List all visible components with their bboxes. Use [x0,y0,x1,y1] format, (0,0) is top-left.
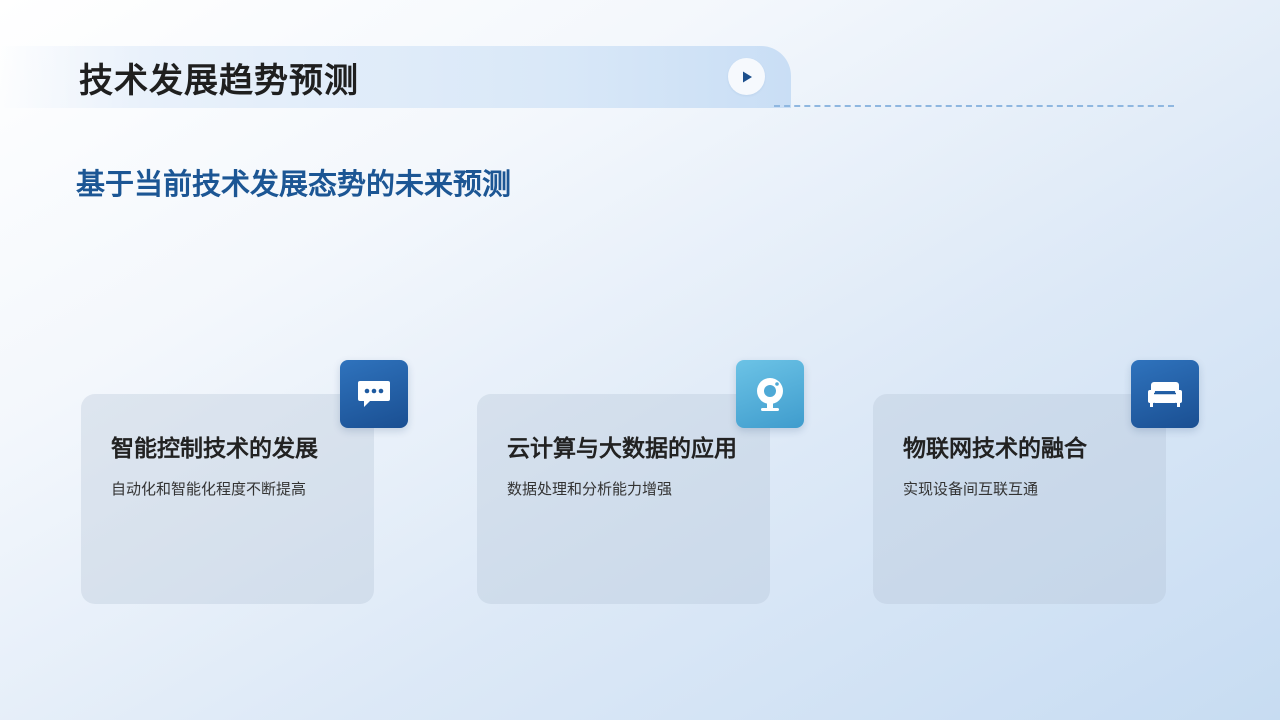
play-button[interactable] [728,58,765,95]
card-smart-control: 智能控制技术的发展 自动化和智能化程度不断提高 [81,394,374,604]
card-description: 实现设备间互联互通 [903,480,1039,498]
card-description: 自动化和智能化程度不断提高 [111,480,307,498]
card-cloud-bigdata: 云计算与大数据的应用 数据处理和分析能力增强 [477,394,770,604]
header-divider [774,105,1174,107]
subtitle: 基于当前技术发展态势的未来预测 [76,167,512,201]
chat-bubble-icon [340,360,408,428]
webcam-icon [736,360,804,428]
card-description: 数据处理和分析能力增强 [507,480,673,498]
card-title: 云计算与大数据的应用 [507,436,737,462]
card-iot: 物联网技术的融合 实现设备间互联互通 [873,394,1166,604]
page-title: 技术发展趋势预测 [79,61,359,101]
card-title: 物联网技术的融合 [903,436,1087,462]
card-title: 智能控制技术的发展 [111,436,318,462]
sofa-icon [1131,360,1199,428]
play-icon [742,71,752,82]
